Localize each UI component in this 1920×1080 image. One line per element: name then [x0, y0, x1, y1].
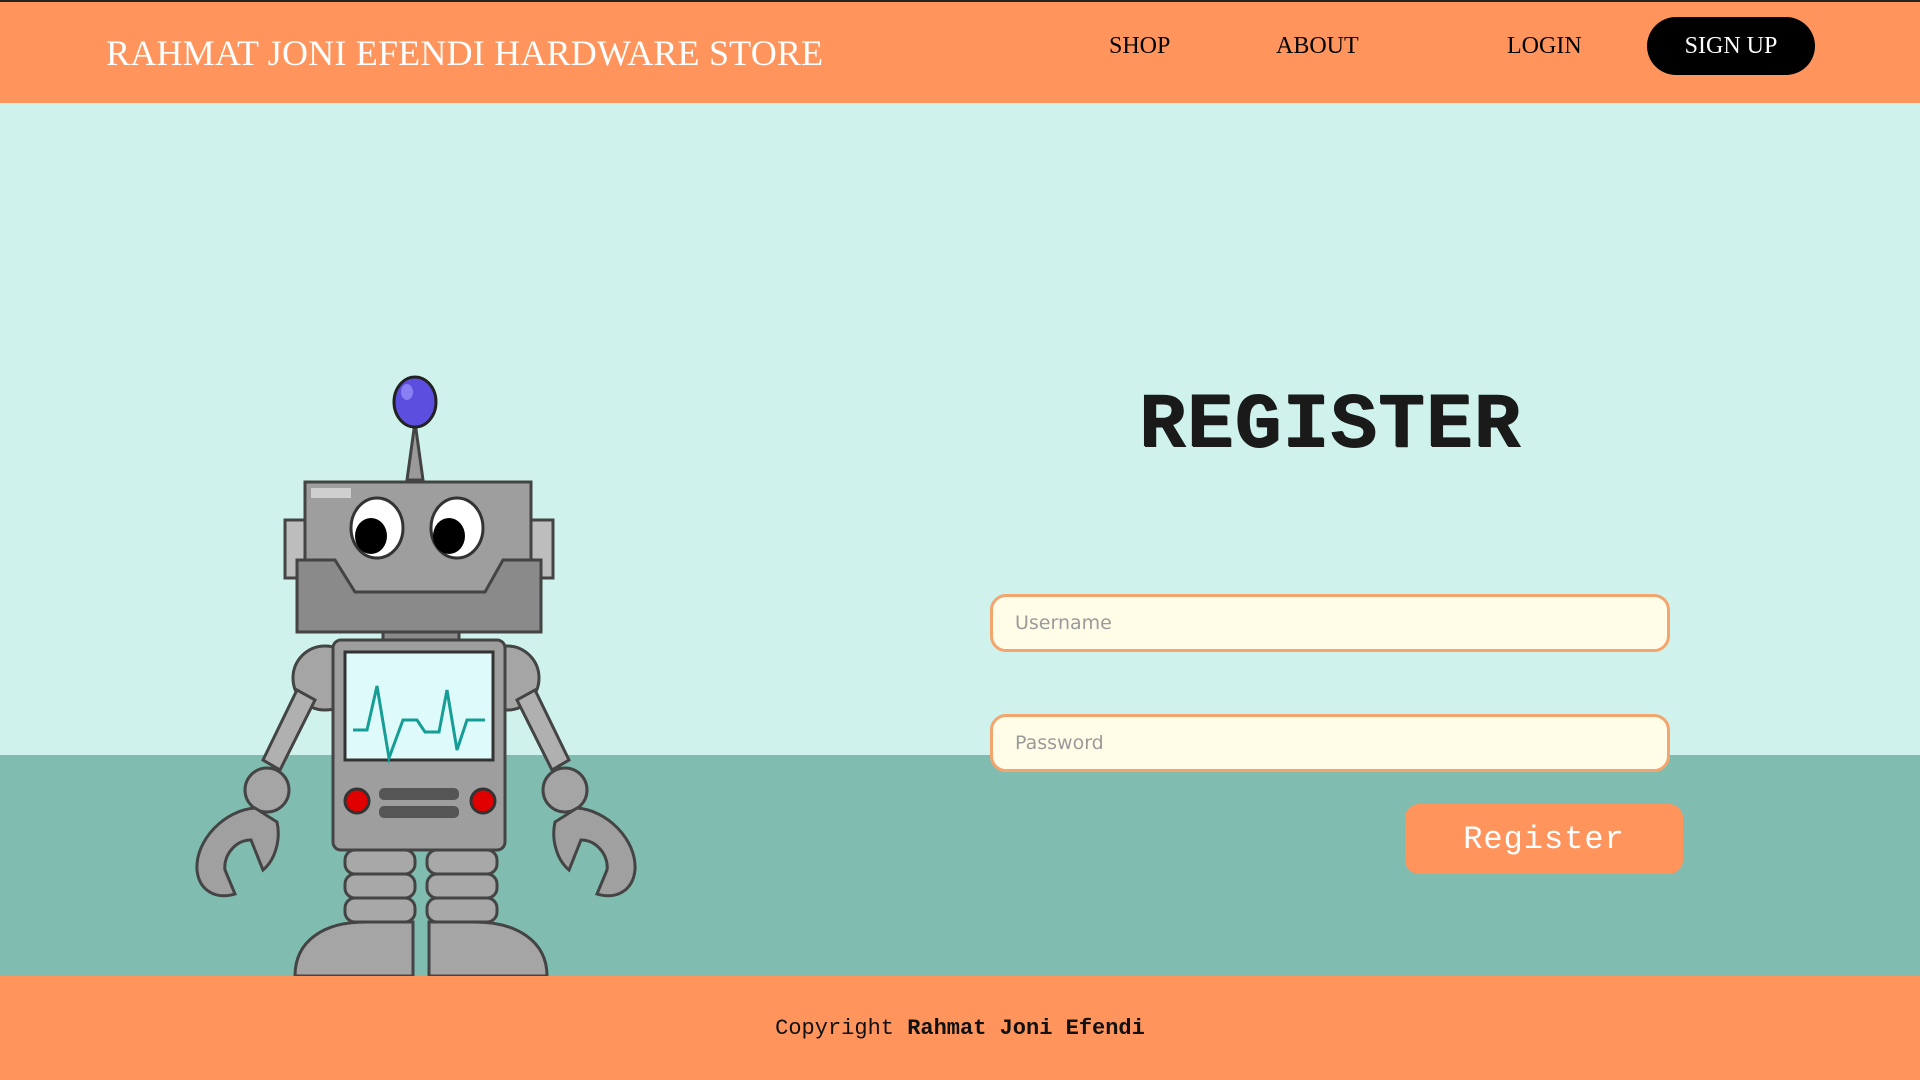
- robot-illustration: [195, 375, 637, 978]
- copyright-prefix: Copyright: [775, 1016, 894, 1041]
- register-title: REGISTER: [1138, 382, 1522, 470]
- copyright-author: Rahmat Joni Efendi: [907, 1016, 1145, 1041]
- nav-about-link[interactable]: ABOUT: [1276, 33, 1359, 60]
- signup-button[interactable]: SIGN UP: [1647, 17, 1815, 75]
- password-input[interactable]: [990, 714, 1670, 772]
- register-button[interactable]: Register: [1405, 804, 1683, 874]
- nav-shop-link[interactable]: SHOP: [1109, 33, 1170, 60]
- navbar: RAHMAT JONI EFENDI HARDWARE STORE SHOP A…: [0, 2, 1920, 103]
- footer: Copyright Rahmat Joni Efendi: [0, 976, 1920, 1080]
- copyright-text: Copyright Rahmat Joni Efendi: [0, 1016, 1920, 1041]
- brand-title[interactable]: RAHMAT JONI EFENDI HARDWARE STORE: [106, 32, 823, 74]
- username-input[interactable]: [990, 594, 1670, 652]
- nav-login-link[interactable]: LOGIN: [1507, 33, 1582, 60]
- page: RAHMAT JONI EFENDI HARDWARE STORE SHOP A…: [0, 0, 1920, 1080]
